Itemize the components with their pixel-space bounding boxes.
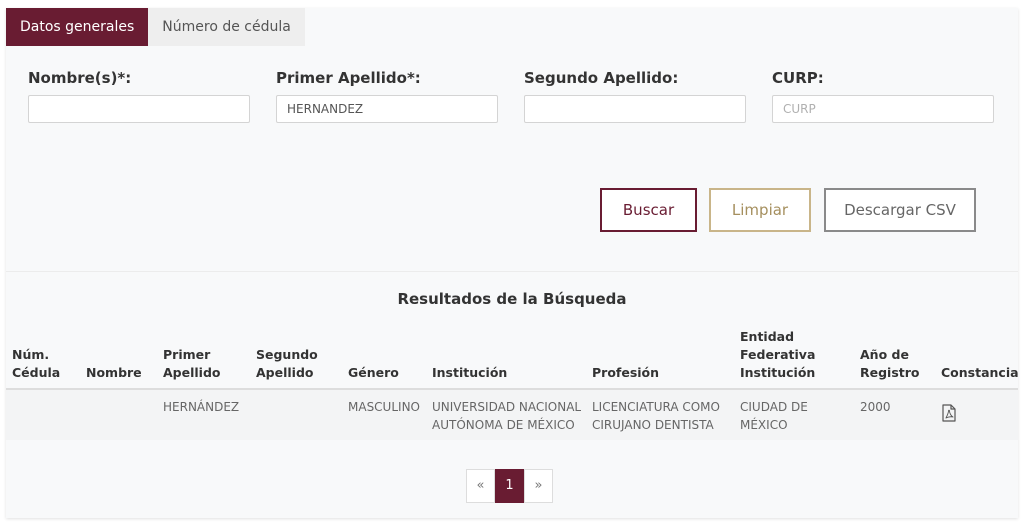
col-genero: Género: [348, 365, 399, 380]
curp-label: CURP:: [772, 69, 824, 87]
col-profesion: Profesión: [592, 365, 660, 380]
col-segundo-apellido: Segundo Apellido: [256, 347, 318, 380]
cell-anio: 2000: [860, 400, 891, 414]
cell-entidad: CIUDAD DE MÉXICO: [740, 400, 808, 432]
pdf-file-icon[interactable]: [942, 404, 956, 422]
col-primer-apellido: Primer Apellido: [163, 347, 221, 380]
results-title: Resultados de la Búsqueda: [397, 290, 627, 308]
nombre-label: Nombre(s)*:: [28, 69, 132, 87]
cell-institucion: UNIVERSIDAD NACIONAL AUTÓNOMA DE MÉXICO: [432, 400, 582, 432]
col-entidad-federativa: Entidad Federativa Institución: [740, 329, 816, 380]
descargar-csv-button[interactable]: Descargar CSV: [824, 188, 976, 232]
nombre-input[interactable]: [28, 95, 250, 123]
limpiar-button[interactable]: Limpiar: [709, 188, 811, 232]
curp-input[interactable]: [772, 95, 994, 123]
col-anio-registro: Año de Registro: [860, 347, 920, 380]
primer-apellido-input[interactable]: [276, 95, 498, 123]
pagination-prev[interactable]: «: [466, 469, 495, 503]
tab-bar: Datos generales Número de cédula: [6, 8, 305, 46]
segundo-apellido-input[interactable]: [524, 95, 746, 123]
segundo-apellido-label: Segundo Apellido:: [524, 69, 679, 87]
search-card: Datos generales Número de cédula Nombre(…: [6, 8, 1019, 518]
primer-apellido-label: Primer Apellido*:: [276, 69, 421, 87]
col-constancia: Constancia: [941, 365, 1019, 380]
cell-genero: MASCULINO: [348, 400, 420, 414]
pagination: « 1 »: [466, 469, 553, 503]
tab-datos-generales[interactable]: Datos generales: [6, 8, 149, 46]
tab-numero-cedula[interactable]: Número de cédula: [148, 8, 305, 46]
cell-profesion: LICENCIATURA COMO CIRUJANO DENTISTA: [592, 400, 720, 432]
col-nombre: Nombre: [86, 365, 142, 380]
search-form: Nombre(s)*: Primer Apellido*: Segundo Ap…: [6, 46, 1018, 272]
cell-primer-apellido: HERNÁNDEZ: [163, 400, 240, 414]
pagination-next[interactable]: »: [524, 469, 553, 503]
pagination-page-1[interactable]: 1: [495, 469, 524, 503]
buscar-button[interactable]: Buscar: [600, 188, 697, 232]
col-institucion: Institución: [432, 365, 508, 380]
col-num-cedula: Núm. Cédula: [12, 347, 61, 380]
